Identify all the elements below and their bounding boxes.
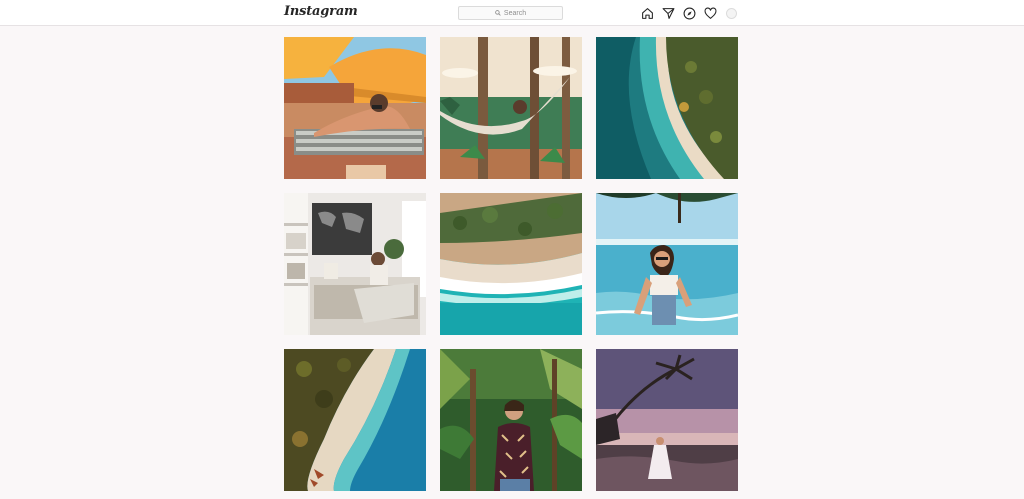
explore-icon[interactable] — [682, 6, 696, 20]
post-image-sea-portrait — [596, 193, 738, 335]
post-thumbnail[interactable] — [284, 37, 426, 179]
post-image-jungle-portrait — [440, 349, 582, 491]
post-thumbnail[interactable] — [284, 193, 426, 335]
post-thumbnail[interactable] — [440, 37, 582, 179]
post-grid — [284, 37, 738, 491]
search-input[interactable]: Search — [458, 6, 563, 20]
nav-icons — [640, 6, 737, 20]
post-image-sunset-beach — [596, 349, 738, 491]
direct-icon[interactable] — [661, 6, 675, 20]
post-image-bedroom — [284, 193, 426, 335]
search-placeholder: Search — [503, 9, 527, 17]
post-thumbnail[interactable] — [440, 349, 582, 491]
post-thumbnail[interactable] — [596, 37, 738, 179]
post-thumbnail[interactable] — [440, 193, 582, 335]
post-image-hammock — [440, 37, 582, 179]
profile-avatar[interactable] — [726, 7, 737, 19]
post-image-aerial-waves — [440, 193, 582, 335]
post-thumbnail[interactable] — [596, 349, 738, 491]
post-thumbnail[interactable] — [284, 349, 426, 491]
post-image-sunbed — [284, 37, 426, 179]
home-icon[interactable] — [640, 6, 654, 20]
instagram-logo[interactable]: Instagram — [284, 4, 358, 19]
top-navigation-bar: Instagram Search — [0, 0, 1024, 26]
post-image-aerial-beach — [596, 37, 738, 179]
post-image-aerial-jungle — [284, 349, 426, 491]
activity-icon[interactable] — [703, 6, 717, 20]
search-icon — [495, 10, 501, 16]
post-thumbnail[interactable] — [596, 193, 738, 335]
